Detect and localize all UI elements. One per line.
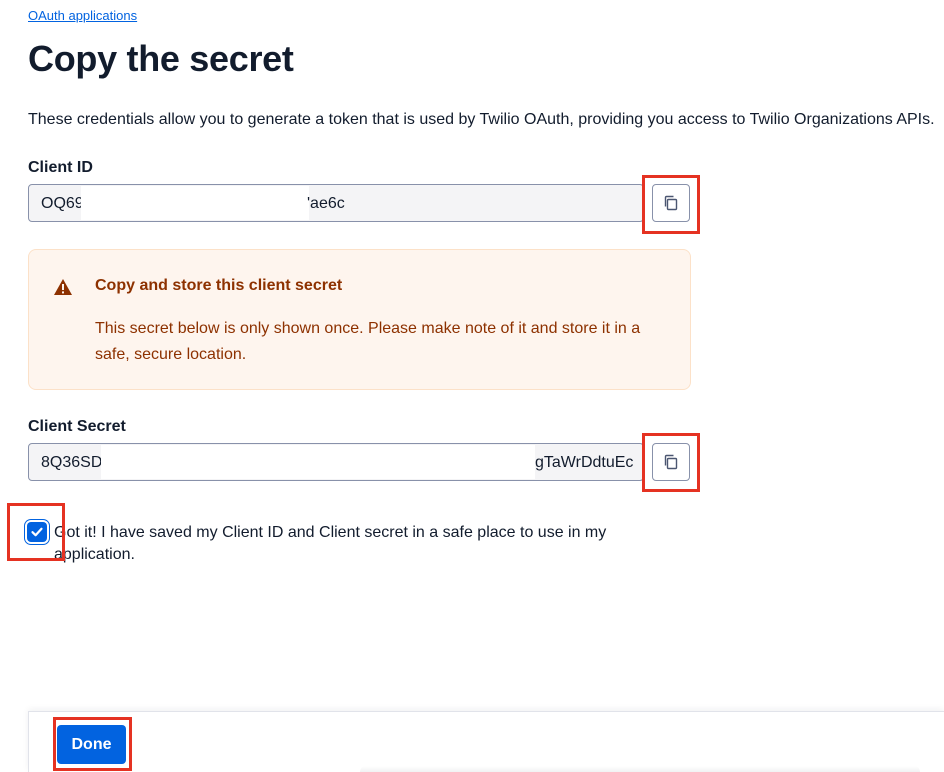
warning-callout: Copy and store this client secret This s… [28, 249, 691, 390]
done-button[interactable]: Done [57, 725, 126, 764]
checkmark-icon [31, 527, 43, 537]
client-id-value-end: 'ae6c [307, 195, 345, 212]
client-secret-value-start: 8Q36SD [41, 454, 103, 471]
page-title: Copy the secret [28, 38, 294, 79]
client-secret-value-end: gTaWrDdtuEc [535, 454, 634, 471]
breadcrumb-oauth-applications-link[interactable]: OAuth applications [28, 8, 137, 23]
copy-client-secret-button[interactable] [652, 443, 690, 481]
copy-icon [664, 454, 678, 470]
client-secret-label: Client Secret [28, 418, 126, 435]
copy-icon [664, 195, 678, 211]
bottom-shadow [360, 766, 920, 772]
client-secret-field[interactable]: 8Q36SD gTaWrDdtuEc [28, 443, 644, 481]
warning-icon [54, 279, 72, 295]
client-id-redaction [81, 186, 309, 220]
page-description: These credentials allow you to generate … [28, 111, 935, 128]
copy-client-id-button[interactable] [652, 184, 690, 222]
callout-title: Copy and store this client secret [95, 277, 343, 294]
client-id-field[interactable]: OQ69 'ae6c [28, 184, 644, 222]
client-secret-redaction [101, 445, 535, 479]
footer-bar [28, 711, 944, 772]
callout-body: This secret below is only shown once. Pl… [95, 320, 641, 363]
client-id-label: Client ID [28, 159, 93, 176]
confirmation-label[interactable]: Got it! I have saved my Client ID and Cl… [54, 522, 654, 566]
confirmation-checkbox[interactable] [27, 522, 47, 542]
client-id-value-start: OQ69 [41, 195, 84, 212]
